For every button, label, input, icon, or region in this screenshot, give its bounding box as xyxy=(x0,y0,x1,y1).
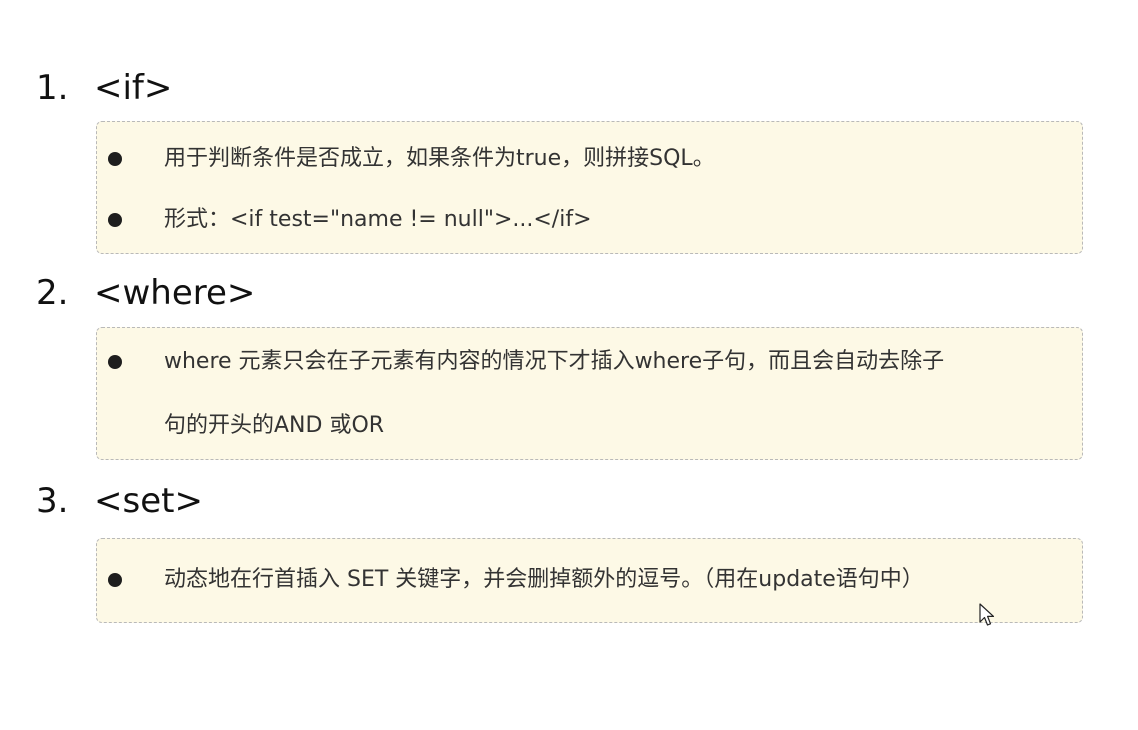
note-box-if: 用于判断条件是否成立，如果条件为true，则拼接SQL。 形式：<if test… xyxy=(96,121,1083,254)
bullet-icon xyxy=(108,355,122,369)
section-number: 2. xyxy=(36,273,69,313)
list-item: 形式：<if test="name != null">...</if> xyxy=(97,203,1082,237)
bullet-text: 用于判断条件是否成立，如果条件为true，则拼接SQL。 xyxy=(164,146,715,171)
list-item: 用于判断条件是否成立，如果条件为true，则拼接SQL。 xyxy=(97,142,1082,176)
section-title: <if> xyxy=(94,68,173,108)
bullet-text: 形式：<if test="name != null">...</if> xyxy=(164,207,592,232)
bullet-icon xyxy=(108,213,122,227)
mouse-pointer-icon xyxy=(979,603,995,626)
list-item: where 元素只会在子元素有内容的情况下才插入where子句，而且会自动去除子 xyxy=(97,345,1082,379)
section-title: <set> xyxy=(94,481,203,521)
bullet-icon xyxy=(108,573,122,587)
bullet-text: where 元素只会在子元素有内容的情况下才插入where子句，而且会自动去除子 xyxy=(164,349,945,374)
bullet-icon xyxy=(108,152,122,166)
note-box-set: 动态地在行首插入 SET 关键字，并会删掉额外的逗号。（用在update语句中） xyxy=(96,538,1083,623)
note-box-where: where 元素只会在子元素有内容的情况下才插入where子句，而且会自动去除子… xyxy=(96,327,1083,460)
section-heading-if: 1. <if> xyxy=(36,66,172,110)
document-page: 1. <if> 用于判断条件是否成立，如果条件为true，则拼接SQL。 形式：… xyxy=(0,0,1138,730)
bullet-text-continuation: 句的开头的AND 或OR xyxy=(164,413,385,438)
section-number: 3. xyxy=(36,481,69,521)
list-item-continuation: 句的开头的AND 或OR xyxy=(97,409,1082,443)
list-item: 动态地在行首插入 SET 关键字，并会删掉额外的逗号。（用在update语句中） xyxy=(97,563,1082,597)
section-title: <where> xyxy=(94,273,256,313)
section-heading-set: 3. <set> xyxy=(36,479,203,523)
section-heading-where: 2. <where> xyxy=(36,271,255,315)
bullet-text: 动态地在行首插入 SET 关键字，并会删掉额外的逗号。（用在update语句中） xyxy=(164,567,924,592)
section-number: 1. xyxy=(36,68,69,108)
